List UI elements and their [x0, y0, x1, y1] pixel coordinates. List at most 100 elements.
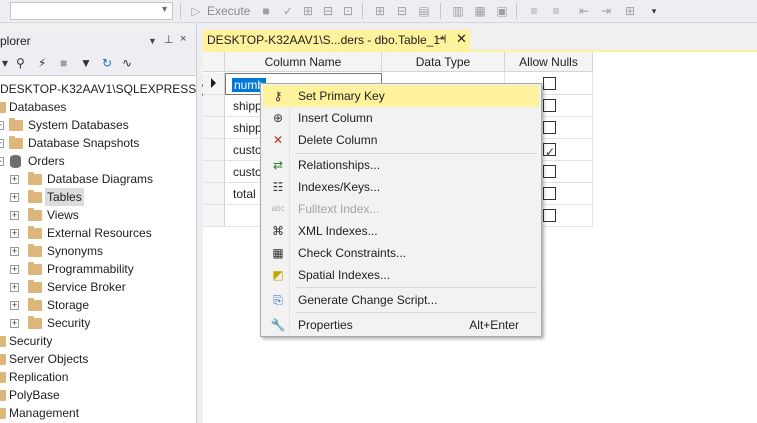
connect-plug-icon[interactable]: ⚲ — [16, 56, 25, 70]
stop-icon[interactable]: ■ — [258, 3, 274, 19]
tree-item-database-snapshots[interactable]: + Database Snapshots — [0, 134, 196, 152]
tab-table-designer[interactable]: DESKTOP-K32AAV1\S...ders - dbo.Table_1* … — [203, 30, 470, 50]
header-column-name[interactable]: Column Name — [225, 52, 382, 72]
allow-nulls-checkbox[interactable] — [543, 121, 556, 134]
decrease-indent-icon[interactable]: ⇤ — [576, 3, 592, 19]
stop-icon[interactable]: ■ — [60, 56, 67, 70]
tree-item-system-databases[interactable]: + System Databases — [0, 116, 196, 134]
activity-monitor-icon[interactable]: ∿ — [122, 56, 132, 70]
menu-item-generate-change-script[interactable]: ⎘ Generate Change Script... — [263, 289, 539, 311]
collapse-icon[interactable]: − — [0, 157, 4, 166]
tree-item-external-resources[interactable]: + External Resources — [0, 224, 196, 242]
insert-column-icon: ⊕ — [272, 111, 284, 125]
filter-icon[interactable]: ▼ — [80, 56, 92, 70]
menu-item-properties[interactable]: 🔧 Properties Alt+Enter — [263, 314, 539, 336]
menu-item-set-primary-key[interactable]: ⚷ Set Primary Key — [263, 85, 539, 107]
tree-item-service-broker[interactable]: + Service Broker — [0, 278, 196, 296]
pin-icon[interactable]: ⊥ — [164, 33, 174, 46]
tree-item-tables[interactable]: + Tables — [0, 188, 196, 206]
query-icon[interactable]: ⊞ — [300, 3, 316, 19]
results-to-text-icon[interactable]: ▥ — [450, 3, 466, 19]
tree-item-label: Management — [9, 406, 80, 420]
tree-item-replication[interactable]: Replication — [0, 368, 196, 386]
tree-item-views[interactable]: + Views — [0, 206, 196, 224]
row-header[interactable] — [203, 117, 225, 139]
allow-nulls-checkbox[interactable] — [543, 187, 556, 200]
header-data-type[interactable]: Data Type — [382, 52, 505, 72]
expand-icon[interactable]: + — [10, 229, 19, 238]
tree-item-server-objects[interactable]: Server Objects — [0, 350, 196, 368]
tree-item-label: Storage — [47, 298, 90, 312]
estimated-plan-icon[interactable]: ⊞ — [372, 3, 388, 19]
expand-icon[interactable]: + — [10, 193, 19, 202]
query-options-icon[interactable]: ⊟ — [394, 3, 410, 19]
pane-splitter[interactable] — [196, 23, 202, 423]
allow-nulls-checkbox[interactable] — [543, 165, 556, 178]
tree-item-security-db[interactable]: + Security — [0, 314, 196, 332]
menu-item-delete-column[interactable]: ✕ Delete Column — [263, 129, 539, 151]
tree-item-databases[interactable]: Databases — [0, 98, 196, 116]
row-header[interactable] — [203, 183, 225, 205]
menu-item-spatial-indexes[interactable]: ◩ Spatial Indexes... — [263, 264, 539, 286]
uncomment-icon[interactable]: ≡ — [548, 3, 564, 19]
tree-item-security[interactable]: Security — [0, 332, 196, 350]
specify-values-icon[interactable]: ⊞ — [622, 3, 638, 19]
row-header[interactable] — [203, 95, 225, 117]
tree-item-orders[interactable]: − Orders — [0, 152, 196, 170]
chevron-down-icon[interactable]: ▼ — [160, 4, 169, 14]
toolbar-overflow-icon[interactable]: ▾ — [646, 3, 662, 19]
tree-item-management[interactable]: Management — [0, 404, 196, 422]
menu-item-xml-indexes[interactable]: ⌘ XML Indexes... — [263, 220, 539, 242]
row-header[interactable] — [203, 73, 225, 95]
menu-item-relationships[interactable]: ⇄ Relationships... — [263, 154, 539, 176]
comment-icon[interactable]: ≡ — [526, 3, 542, 19]
header-allow-nulls[interactable]: Allow Nulls — [505, 52, 593, 72]
object-explorer-header: plorer ▼ ⊥ × — [0, 31, 196, 51]
close-icon[interactable]: × — [180, 33, 186, 45]
menu-item-fulltext-index[interactable]: abc Fulltext Index... — [263, 198, 539, 220]
expand-icon[interactable]: + — [10, 247, 19, 256]
allow-nulls-checkbox[interactable] — [543, 77, 556, 90]
tree-item-storage[interactable]: + Storage — [0, 296, 196, 314]
allow-nulls-checkbox[interactable] — [543, 99, 556, 112]
expand-icon[interactable]: + — [10, 175, 19, 184]
execute-button[interactable]: Execute — [207, 4, 250, 18]
menu-item-insert-column[interactable]: ⊕ Insert Column — [263, 107, 539, 129]
pin-icon[interactable]: ⊣ — [436, 32, 446, 46]
check-icon[interactable]: ✓ — [280, 3, 296, 19]
row-header[interactable] — [203, 205, 225, 227]
connect-icon[interactable]: ▾ — [2, 56, 8, 70]
increase-indent-icon[interactable]: ⇥ — [598, 3, 614, 19]
expand-icon[interactable]: + — [10, 319, 19, 328]
menu-item-indexes-keys[interactable]: ☷ Indexes/Keys... — [263, 176, 539, 198]
parse-icon[interactable]: ⊡ — [340, 3, 356, 19]
allow-nulls-checkbox[interactable] — [543, 209, 556, 222]
close-icon[interactable]: ✕ — [456, 31, 467, 47]
row-header[interactable] — [203, 139, 225, 161]
tree-item-label: External Resources — [47, 226, 152, 240]
expand-icon[interactable]: + — [0, 121, 4, 130]
row-header[interactable] — [203, 161, 225, 183]
expand-icon[interactable]: + — [10, 283, 19, 292]
expand-icon[interactable]: + — [10, 301, 19, 310]
intellisense-icon[interactable]: ▤ — [416, 3, 432, 19]
results-icon[interactable]: ⊟ — [320, 3, 336, 19]
disconnect-icon[interactable]: ⚡ — [38, 56, 46, 70]
tree-item-programmability[interactable]: + Programmability — [0, 260, 196, 278]
check-constraints-icon: ▦ — [272, 246, 284, 260]
expand-icon[interactable]: + — [0, 139, 4, 148]
expand-icon[interactable]: + — [10, 211, 19, 220]
indexes-icon: ☷ — [272, 180, 284, 194]
refresh-icon[interactable]: ↻ — [102, 56, 112, 70]
tree-item-synonyms[interactable]: + Synonyms — [0, 242, 196, 260]
tree-item-polybase[interactable]: PolyBase — [0, 386, 196, 404]
results-to-file-icon[interactable]: ▣ — [494, 3, 510, 19]
execute-icon[interactable]: ▷ — [188, 3, 204, 19]
tree-item-database-diagrams[interactable]: + Database Diagrams — [0, 170, 196, 188]
menu-item-check-constraints[interactable]: ▦ Check Constraints... — [263, 242, 539, 264]
allow-nulls-checkbox[interactable] — [543, 141, 556, 163]
expand-icon[interactable]: + — [10, 265, 19, 274]
window-position-icon[interactable]: ▼ — [148, 36, 157, 46]
database-combo[interactable]: ▼ — [10, 2, 173, 20]
results-to-grid-icon[interactable]: ▦ — [472, 3, 488, 19]
